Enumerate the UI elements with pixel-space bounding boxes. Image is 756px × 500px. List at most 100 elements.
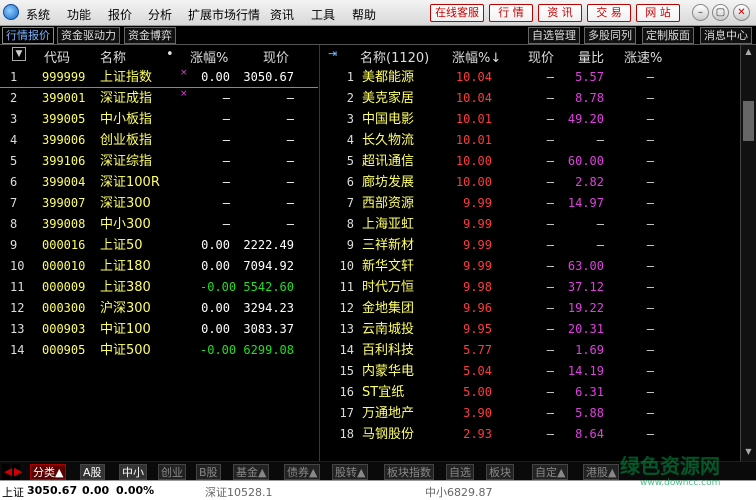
row-name[interactable]: 西部资源 bbox=[362, 193, 414, 214]
tab-custom[interactable]: 自定▲ bbox=[532, 464, 569, 480]
table-row[interactable]: 16 ST宜纸 5.00 – 6.31 – bbox=[322, 382, 740, 403]
row-name[interactable]: 内蒙华电 bbox=[362, 361, 414, 382]
tab-bonds[interactable]: 债券▲ bbox=[284, 464, 321, 480]
tab-b-shares[interactable]: B股 bbox=[196, 464, 221, 480]
status-index1-name[interactable]: 上证 bbox=[2, 484, 24, 500]
table-row[interactable]: 2 399001 深证成指 × – – bbox=[0, 88, 318, 109]
status-index2[interactable]: 深证10528.1 bbox=[205, 484, 273, 500]
row-name[interactable]: 中小板指 bbox=[100, 109, 152, 130]
table-row[interactable]: 14 百利科技 5.77 – 1.69 – bbox=[322, 340, 740, 361]
row-name[interactable]: 廊坊发展 bbox=[362, 172, 414, 193]
table-row[interactable]: 7 399007 深证300 – – bbox=[0, 193, 318, 214]
row-name[interactable]: 中国电影 bbox=[362, 109, 414, 130]
tab-watchlist-manage[interactable]: 自选管理 bbox=[528, 27, 580, 44]
website-button[interactable]: 网 站 bbox=[636, 4, 680, 22]
table-row[interactable]: 7 西部资源 9.99–14.97– bbox=[322, 193, 740, 214]
row-code[interactable]: 399106 bbox=[42, 151, 85, 172]
row-name[interactable]: 三祥新材 bbox=[362, 235, 414, 256]
restore-icon[interactable]: ▢ bbox=[712, 4, 729, 21]
table-row[interactable]: 18 马钢股份 2.93 – 8.64 – bbox=[322, 424, 740, 445]
menu-function[interactable]: 功能 bbox=[67, 6, 91, 23]
table-row[interactable]: 5 超讯通信 10.00–60.00– bbox=[322, 151, 740, 172]
row-name[interactable]: 上证指数 bbox=[100, 67, 152, 88]
row-name[interactable]: 深证成指 bbox=[100, 88, 152, 109]
row-name[interactable]: 上证50 bbox=[100, 235, 143, 256]
online-service-button[interactable]: 在线客服 bbox=[430, 4, 484, 22]
tab-message-center[interactable]: 消息中心 bbox=[700, 27, 752, 44]
table-row[interactable]: 13 000903 中证100 0.00 3083.37 bbox=[0, 319, 318, 340]
col-header-speed[interactable]: 涨速% bbox=[624, 47, 662, 67]
row-name[interactable]: 美克家居 bbox=[362, 88, 414, 109]
row-code[interactable]: 399005 bbox=[42, 109, 85, 130]
tab-hk-stocks[interactable]: 港股▲ bbox=[583, 464, 620, 480]
tab-category[interactable]: 分类▲ bbox=[30, 464, 67, 480]
row-code[interactable]: 399007 bbox=[42, 193, 85, 214]
table-row[interactable]: 8 399008 中小300 – – bbox=[0, 214, 318, 235]
row-name[interactable]: 深证100R bbox=[100, 172, 160, 193]
table-row[interactable]: 15 内蒙华电 5.04–14.19– bbox=[322, 361, 740, 382]
col-header-change-pct-sorted[interactable]: 涨幅%↓ bbox=[452, 47, 501, 67]
scroll-up-icon[interactable]: ▲ bbox=[743, 47, 754, 57]
table-row[interactable]: 11 时代万恒 9.98–37.12– bbox=[322, 277, 740, 298]
col-header-price[interactable]: 现价 bbox=[528, 47, 554, 67]
row-name[interactable]: 云南城投 bbox=[362, 319, 414, 340]
row-name[interactable]: 沪深300 bbox=[100, 298, 151, 319]
table-row[interactable]: 6 399004 深证100R – – bbox=[0, 172, 318, 193]
menu-tools[interactable]: 工具 bbox=[311, 6, 335, 23]
quote-button[interactable]: 行 情 bbox=[489, 4, 533, 22]
tab-share-transfer[interactable]: 股转▲ bbox=[332, 464, 369, 480]
row-code[interactable]: 000300 bbox=[42, 298, 85, 319]
table-row[interactable]: 10 新华文轩 9.99–63.00– bbox=[322, 256, 740, 277]
menu-help[interactable]: 帮助 bbox=[352, 6, 376, 23]
menu-extended-market[interactable]: 扩展市场行情 bbox=[188, 6, 260, 23]
table-row[interactable]: 14 000905 中证500 -0.00 6299.08 bbox=[0, 340, 318, 361]
col-header-name[interactable]: 名称 bbox=[100, 47, 126, 67]
tab-watchlist[interactable]: 自选 bbox=[446, 464, 474, 480]
tab-sme[interactable]: 中小 bbox=[119, 464, 147, 480]
row-name[interactable]: 马钢股份 bbox=[362, 424, 414, 445]
tab-quote-list[interactable]: 行情报价 bbox=[2, 27, 54, 44]
status-index3[interactable]: 中小6829.87 bbox=[425, 484, 493, 500]
table-row[interactable]: 3 中国电影 10.01–49.20– bbox=[322, 109, 740, 130]
vertical-scrollbar[interactable]: ▲ ▼ bbox=[740, 45, 756, 461]
row-code[interactable]: 000010 bbox=[42, 256, 85, 277]
row-name[interactable]: 超讯通信 bbox=[362, 151, 414, 172]
table-row[interactable]: 9 三祥新材 9.99 – – – bbox=[322, 235, 740, 256]
tab-scroll-right-icon[interactable]: ▶ bbox=[12, 464, 22, 480]
col-header-price[interactable]: 现价 bbox=[263, 47, 289, 67]
trade-button[interactable]: 交 易 bbox=[587, 4, 631, 22]
table-row[interactable]: 2 美克家居 10.04 – 8.78 – bbox=[322, 88, 740, 109]
table-row[interactable]: 9 000016 上证50 0.00 2222.49 bbox=[0, 235, 318, 256]
row-code[interactable]: 399001 bbox=[42, 88, 85, 109]
row-name[interactable]: 深证综指 bbox=[100, 151, 152, 172]
tab-sectors[interactable]: 板块 bbox=[486, 464, 514, 480]
table-row[interactable]: 13 云南城投 9.95–20.31– bbox=[322, 319, 740, 340]
row-name[interactable]: 创业板指 bbox=[100, 130, 152, 151]
menu-system[interactable]: 系统 bbox=[26, 6, 50, 23]
row-name[interactable]: 中小300 bbox=[100, 214, 151, 235]
menu-info[interactable]: 资讯 bbox=[270, 6, 294, 23]
row-name[interactable]: 百利科技 bbox=[362, 340, 414, 361]
tab-scroll-left-icon[interactable]: ◀ bbox=[2, 464, 12, 480]
tab-a-shares[interactable]: A股 bbox=[80, 464, 105, 480]
col-header-change-pct[interactable]: 涨幅% bbox=[190, 47, 228, 67]
menu-quote[interactable]: 报价 bbox=[108, 6, 132, 23]
table-row[interactable]: 4 399006 创业板指 – – bbox=[0, 130, 318, 151]
col-header-volume-ratio[interactable]: 量比 bbox=[578, 47, 604, 67]
row-code[interactable]: 000905 bbox=[42, 340, 85, 361]
sort-toggle-icon[interactable]: ▼ bbox=[12, 47, 26, 61]
table-row[interactable]: 10 000010 上证180 0.00 7094.92 bbox=[0, 256, 318, 277]
row-name[interactable]: 金地集团 bbox=[362, 298, 414, 319]
tab-multi-stock[interactable]: 多股同列 bbox=[584, 27, 636, 44]
row-name[interactable]: 上证380 bbox=[100, 277, 151, 298]
row-name[interactable]: 上证180 bbox=[100, 256, 151, 277]
table-row[interactable]: 17 万通地产 3.90 – 5.88 – bbox=[322, 403, 740, 424]
tab-capital-game[interactable]: 资金博弈 bbox=[124, 27, 176, 44]
news-button[interactable]: 资 讯 bbox=[538, 4, 582, 22]
pin-icon[interactable]: ⇥ bbox=[328, 47, 337, 67]
row-name[interactable]: 深证300 bbox=[100, 193, 151, 214]
row-code[interactable]: 399006 bbox=[42, 130, 85, 151]
table-row[interactable]: 3 399005 中小板指 – – bbox=[0, 109, 318, 130]
row-name[interactable]: 中证100 bbox=[100, 319, 151, 340]
table-row[interactable]: 6 廊坊发展 10.00 – 2.82 – bbox=[322, 172, 740, 193]
